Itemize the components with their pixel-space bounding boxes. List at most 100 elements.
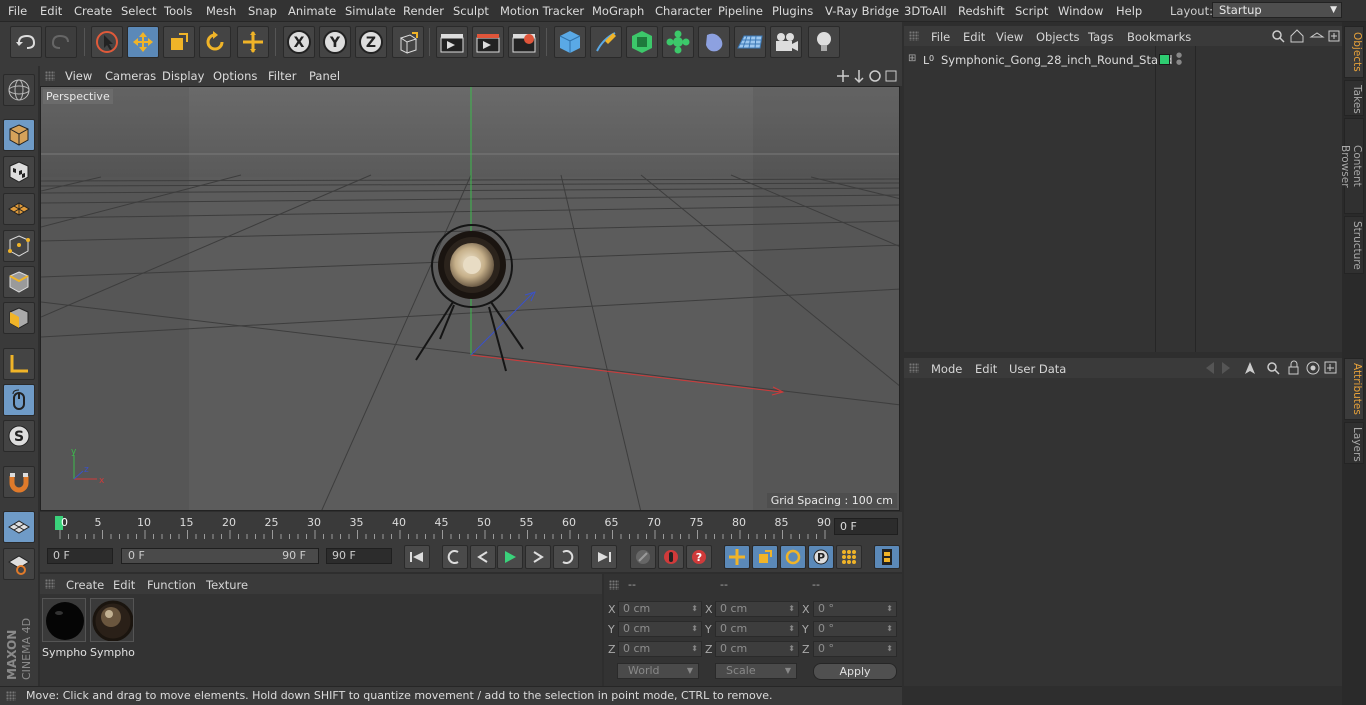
viewport-menu-filter[interactable]: Filter [268, 69, 296, 83]
menu-sculpt[interactable]: Sculpt [453, 4, 489, 18]
menu-redshift[interactable]: Redshift [958, 4, 1005, 18]
workplane-mode-button[interactable] [3, 193, 35, 225]
add-spline-pen-button[interactable] [590, 26, 622, 58]
key-scale-button[interactable] [752, 545, 778, 569]
apply-button[interactable]: Apply [813, 663, 897, 680]
add-deformer-button[interactable] [698, 26, 730, 58]
menu-animate[interactable]: Animate [288, 4, 336, 18]
add-cube-button[interactable] [554, 26, 586, 58]
rotate-tool-button[interactable] [199, 26, 231, 58]
scale-tool-button[interactable] [163, 26, 195, 58]
drag-grip-icon[interactable] [6, 691, 16, 701]
menu-create[interactable]: Create [74, 4, 112, 18]
add-floor-button[interactable] [734, 26, 766, 58]
menu-mograph[interactable]: MoGraph [592, 4, 644, 18]
object-menu-view[interactable]: View [996, 30, 1023, 44]
menu-motion-tracker[interactable]: Motion Tracker [500, 4, 584, 18]
rotation-h-field[interactable]: 0 ° ⬍ [813, 601, 897, 617]
menu-mesh[interactable]: Mesh [206, 4, 236, 18]
drag-grip-icon[interactable] [45, 71, 55, 81]
render-settings-button[interactable] [508, 26, 540, 58]
add-camera-button[interactable] [770, 26, 802, 58]
previous-frame-button[interactable] [470, 545, 496, 569]
object-menu-edit[interactable]: Edit [963, 30, 985, 44]
material-swatch[interactable]: Sympho [90, 598, 135, 659]
tweak-mode-button[interactable] [3, 384, 35, 416]
lock-z-axis-button[interactable]: Z [355, 26, 387, 58]
menu-vray-bridge[interactable]: V-Ray Bridge [825, 4, 899, 18]
transform-tool-button[interactable] [237, 26, 269, 58]
timeline-ruler[interactable]: 0 5 10 15 20 25 30 35 40 45 50 55 60 65 70 75 80 85 90 [40, 512, 902, 542]
3d-viewport[interactable]: y x z Perspective Grid Spacing : 100 cm [40, 86, 900, 511]
coordinate-mode-dropdown[interactable]: World ▼ [617, 663, 699, 679]
keyframe-selection-button[interactable]: ? [686, 545, 712, 569]
menu-help[interactable]: Help [1116, 4, 1142, 18]
add-light-button[interactable] [808, 26, 840, 58]
attribute-menu-mode[interactable]: Mode [931, 362, 962, 376]
object-menu-file[interactable]: File [931, 30, 950, 44]
menu-edit[interactable]: Edit [40, 4, 62, 18]
drag-grip-icon[interactable] [909, 31, 919, 41]
tab-attributes[interactable]: Attributes [1344, 358, 1364, 420]
menu-pipeline[interactable]: Pipeline [718, 4, 763, 18]
move-tool-button[interactable] [127, 26, 159, 58]
live-selection-button[interactable] [91, 26, 123, 58]
render-to-picture-viewer-button[interactable] [472, 26, 504, 58]
add-subdivision-button[interactable] [626, 26, 658, 58]
texture-mode-button[interactable] [3, 156, 35, 188]
edges-mode-button[interactable] [3, 266, 35, 298]
end-frame-field[interactable]: 90 F [326, 548, 392, 564]
lock-y-axis-button[interactable]: Y [319, 26, 351, 58]
go-to-start-button[interactable] [404, 545, 430, 569]
key-point-level-button[interactable] [836, 545, 862, 569]
size-mode-dropdown[interactable]: Scale ▼ [715, 663, 797, 679]
previous-key-button[interactable] [442, 545, 468, 569]
points-mode-button[interactable] [3, 230, 35, 262]
polygons-mode-button[interactable] [3, 302, 35, 334]
tab-takes[interactable]: Takes [1344, 80, 1364, 116]
layout-dropdown[interactable]: Startup ▼ [1212, 2, 1342, 18]
menu-file[interactable]: File [8, 4, 27, 18]
object-menu-objects[interactable]: Objects [1036, 30, 1079, 44]
workplane-lock-button[interactable] [3, 511, 35, 543]
viewport-nav-icons[interactable] [835, 68, 899, 84]
menu-select[interactable]: Select [121, 4, 156, 18]
next-key-button[interactable] [553, 545, 579, 569]
redo-button[interactable] [45, 26, 77, 58]
size-x-field[interactable]: 0 cm ⬍ [715, 601, 799, 617]
locked-workplane-button[interactable] [3, 548, 35, 580]
undo-button[interactable] [10, 26, 42, 58]
material-menu-create[interactable]: Create [66, 578, 104, 592]
material-swatch[interactable]: Sympho [42, 598, 87, 659]
key-parameter-button[interactable]: P [808, 545, 834, 569]
menu-3dtoall[interactable]: 3DToAll [904, 4, 947, 18]
render-view-button[interactable] [436, 26, 468, 58]
lock-x-axis-button[interactable]: X [283, 26, 315, 58]
attribute-manager-tool-icons[interactable] [1200, 360, 1340, 376]
make-editable-button[interactable] [3, 74, 35, 106]
material-menu-texture[interactable]: Texture [206, 578, 248, 592]
menu-plugins[interactable]: Plugins [772, 4, 813, 18]
magnet-button[interactable] [3, 466, 35, 498]
drag-grip-icon[interactable] [609, 580, 619, 590]
add-cloner-button[interactable] [662, 26, 694, 58]
attribute-menu-user-data[interactable]: User Data [1009, 362, 1066, 376]
menu-character[interactable]: Character [655, 4, 712, 18]
tab-structure[interactable]: Structure [1344, 216, 1364, 274]
drag-grip-icon[interactable] [45, 579, 55, 589]
rotation-b-field[interactable]: 0 ° ⬍ [813, 641, 897, 657]
model-mode-button[interactable] [3, 119, 35, 151]
attribute-menu-edit[interactable]: Edit [975, 362, 997, 376]
position-y-field[interactable]: 0 cm ⬍ [618, 621, 702, 637]
tab-content-browser[interactable]: Content Browser [1339, 118, 1364, 214]
drag-grip-icon[interactable] [909, 363, 919, 373]
viewport-menu-view[interactable]: View [65, 69, 92, 83]
object-menu-tags[interactable]: Tags [1088, 30, 1113, 44]
position-z-field[interactable]: 0 cm ⬍ [618, 641, 702, 657]
frame-range-slider[interactable]: 0 F 90 F [121, 548, 319, 564]
object-menu-bookmarks[interactable]: Bookmarks [1127, 30, 1191, 44]
go-to-end-button[interactable] [591, 545, 617, 569]
object-row[interactable]: ⊞ L0 Symphonic_Gong_28_inch_Round_Stand … [906, 52, 1342, 69]
snapping-button[interactable]: S [3, 420, 35, 452]
size-z-field[interactable]: 0 cm ⬍ [715, 641, 799, 657]
